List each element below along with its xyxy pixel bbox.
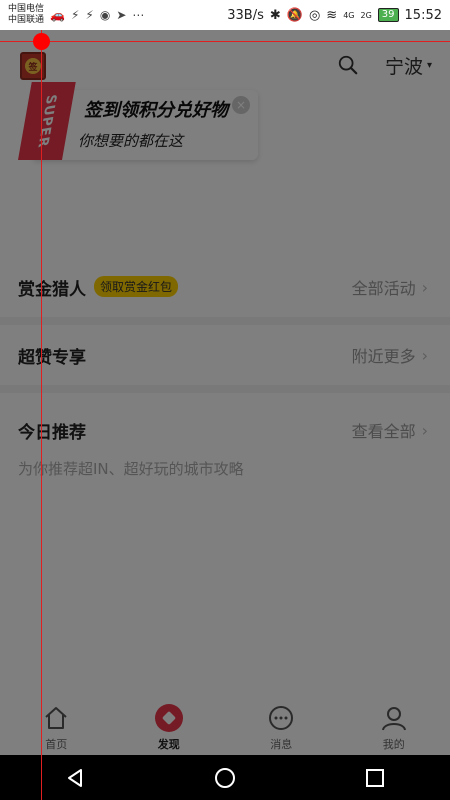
car-icon: 🚗: [50, 8, 65, 22]
home-button-icon[interactable]: [214, 767, 236, 789]
system-nav-bar: [0, 755, 450, 800]
recents-icon[interactable]: [364, 767, 386, 789]
status-bar: 中国电信 中国联通 🚗 ⚡ ⚡ ◉ ➤ ⋯ 33B/s ✱ 🔕 ◎ ≋ 4G 2…: [0, 0, 450, 30]
mute-icon: 🔕: [286, 7, 303, 23]
weibo-icon: ◉: [99, 8, 111, 22]
carrier-2: 中国联通: [8, 15, 45, 25]
guide-line-horizontal: [0, 41, 450, 42]
bluetooth-icon: ✱: [269, 7, 281, 23]
wifi-icon: ≋: [326, 7, 338, 23]
notification-icons: 🚗 ⚡ ⚡ ◉ ➤ ⋯: [50, 8, 144, 22]
app-icon: ➤: [116, 8, 127, 22]
carrier-labels: 中国电信 中国联通: [8, 4, 44, 26]
battery-level: 39: [377, 8, 399, 22]
eye-icon: ◎: [308, 7, 321, 23]
usb-icon: ⚡: [70, 8, 80, 22]
usb-icon-2: ⚡: [85, 8, 94, 22]
more-notifications-icon: ⋯: [132, 8, 145, 22]
carrier-1: 中国电信: [8, 4, 45, 14]
guide-line-vertical: [41, 30, 42, 800]
network-2g: 2G: [360, 10, 372, 20]
network-speed: 33B/s: [227, 7, 264, 23]
dim-overlay: [0, 30, 450, 755]
clock: 15:52: [404, 7, 442, 23]
status-right: 33B/s ✱ 🔕 ◎ ≋ 4G 2G 39 15:52: [227, 8, 442, 23]
back-icon[interactable]: [64, 767, 86, 789]
network-4g: 4G: [343, 10, 355, 20]
touch-point-marker: [33, 33, 50, 50]
